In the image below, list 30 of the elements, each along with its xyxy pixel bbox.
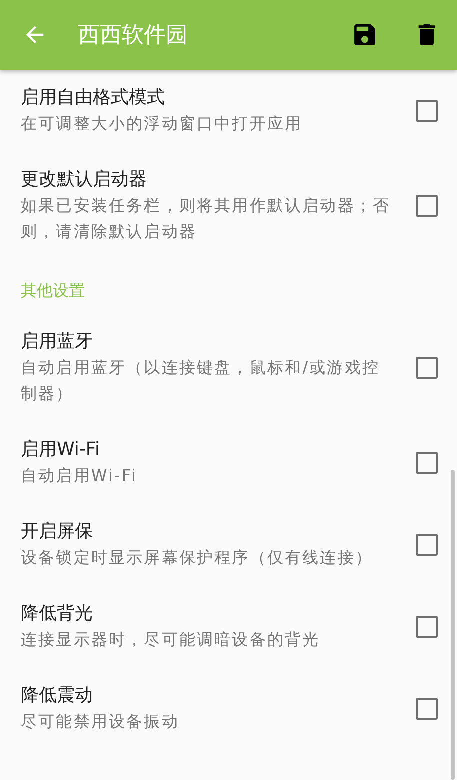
- setting-title: 降低震动: [21, 684, 93, 708]
- setting-item[interactable]: 降低背光 连接显示器时，尽可能调暗设备的背光: [0, 586, 457, 668]
- app-title: 西西软件园: [78, 22, 189, 50]
- checkbox[interactable]: [416, 357, 438, 379]
- setting-description: 尽可能禁用设备振动: [21, 711, 180, 733]
- checkbox[interactable]: [416, 100, 438, 122]
- setting-description: 设备锁定时显示屏幕保护程序（仅有线连接）: [21, 547, 374, 569]
- setting-description: 自动启用蓝牙（以连接键盘，鼠标和/或游戏控制器）: [21, 357, 381, 405]
- section-header: 其他设置: [21, 280, 85, 302]
- setting-description: 在可调整大小的浮动窗口中打开应用: [21, 113, 304, 135]
- checkbox[interactable]: [416, 698, 438, 720]
- setting-item[interactable]: 开启屏保 设备锁定时显示屏幕保护程序（仅有线连接）: [0, 504, 457, 586]
- checkbox[interactable]: [416, 616, 438, 638]
- setting-item[interactable]: 启用蓝牙 自动启用蓝牙（以连接键盘，鼠标和/或游戏控制器）: [0, 314, 457, 422]
- checkbox[interactable]: [416, 534, 438, 556]
- checkbox[interactable]: [416, 195, 438, 217]
- setting-description: 连接显示器时，尽可能调暗设备的背光: [21, 629, 322, 651]
- checkbox[interactable]: [416, 452, 438, 474]
- setting-title: 开启屏保: [21, 520, 93, 544]
- setting-title: 启用Wi-Fi: [21, 438, 100, 462]
- setting-title: 启用蓝牙: [21, 330, 93, 354]
- setting-item[interactable]: 启用自由格式模式 在可调整大小的浮动窗口中打开应用: [0, 70, 457, 152]
- setting-item[interactable]: 降低震动 尽可能禁用设备振动: [0, 668, 457, 750]
- setting-description: 如果已安装任务栏，则将其用作默认启动器；否则，请清除默认启动器: [21, 195, 392, 243]
- setting-title: 更改默认启动器: [21, 168, 147, 192]
- setting-title: 降低背光: [21, 602, 93, 626]
- setting-item[interactable]: 更改默认启动器 如果已安装任务栏，则将其用作默认启动器；否则，请清除默认启动器: [0, 152, 457, 260]
- setting-title: 启用自由格式模式: [21, 86, 165, 110]
- setting-item[interactable]: 启用Wi-Fi 自动启用Wi-Fi: [0, 422, 457, 504]
- setting-description: 自动启用Wi-Fi: [21, 465, 139, 487]
